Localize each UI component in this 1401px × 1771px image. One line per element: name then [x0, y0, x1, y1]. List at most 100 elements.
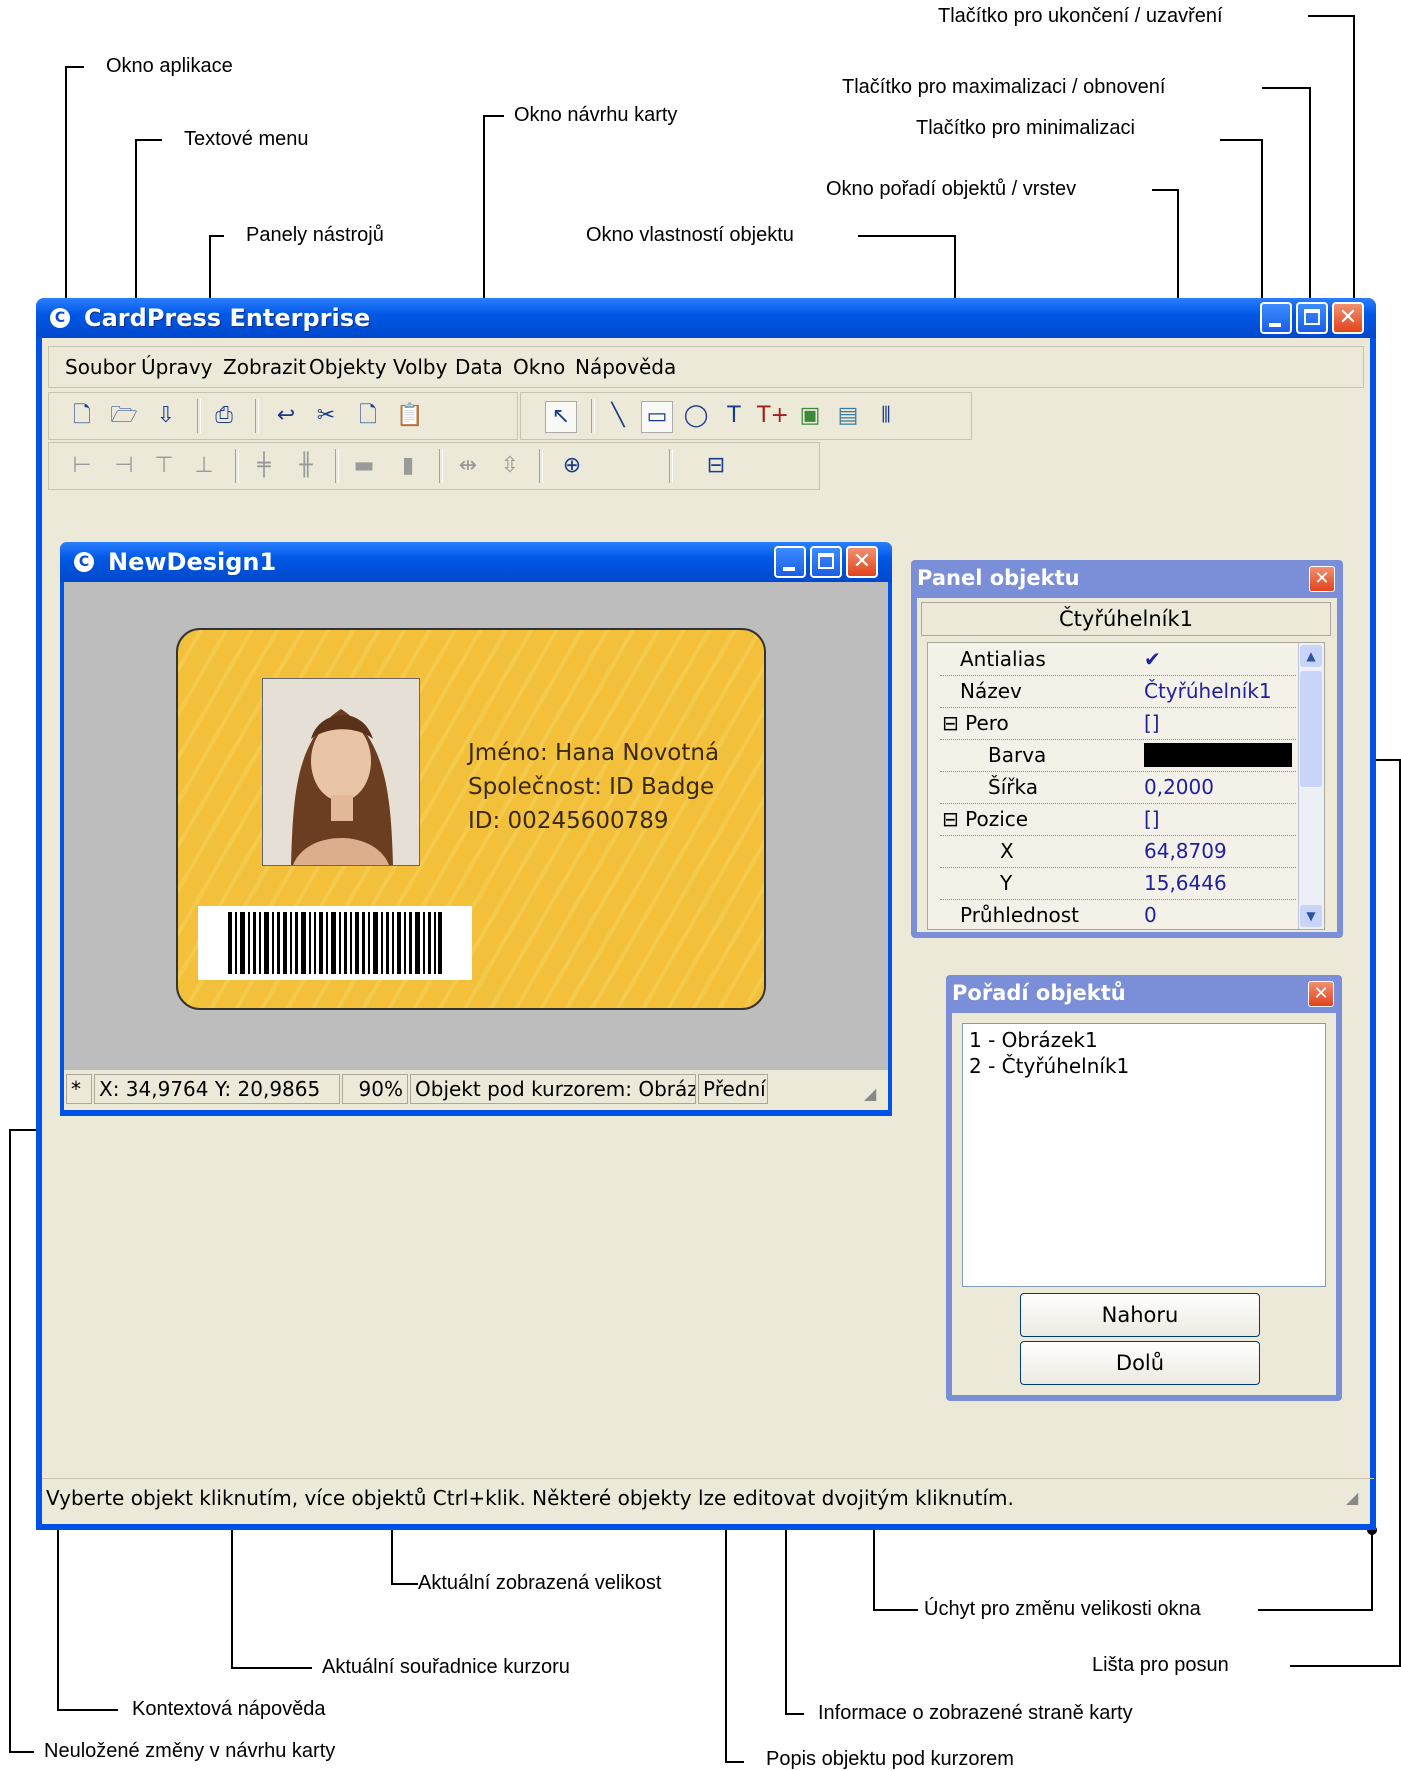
toolbar-drawing: ↖ ╲ ▭ ◯ T T+ ▣ ▤ ⦀	[520, 392, 972, 440]
move-up-button[interactable]: Nahoru	[1020, 1293, 1260, 1337]
space-horizontal-icon[interactable]: ⇹	[453, 451, 483, 481]
object-under-cursor: Objekt pod kurzorem: Obrázek1	[410, 1074, 696, 1104]
menu-file[interactable]: Soubor	[65, 355, 136, 379]
property-row[interactable]: ⊟ Pero []	[940, 707, 1296, 740]
menu-help[interactable]: Nápověda	[575, 355, 676, 379]
card-barcode[interactable]	[198, 906, 472, 980]
barcode-icon[interactable]: ⦀	[871, 401, 901, 431]
scroll-thumb[interactable]	[1300, 671, 1322, 787]
object-panel-close-button[interactable]: ✕	[1309, 566, 1335, 592]
toolbar-separator	[335, 449, 339, 483]
align-left-icon[interactable]: ⊢	[67, 451, 97, 481]
object-order-title: Pořadí objektů	[952, 981, 1126, 1005]
menu-edit[interactable]: Úpravy	[141, 355, 212, 379]
callout-object-order-window: Okno pořadí objektů / vrstev	[826, 178, 1077, 200]
move-down-button[interactable]: Dolů	[1020, 1341, 1260, 1385]
center-vertical-icon[interactable]: ╫	[291, 451, 321, 481]
property-row[interactable]: Průhlednost 0	[940, 899, 1296, 929]
space-vertical-icon[interactable]: ⇳	[495, 451, 525, 481]
minimize-button[interactable]	[1260, 302, 1292, 334]
callout-current-zoom: Aktuální zobrazená velikost	[418, 1572, 662, 1594]
undo-icon[interactable]: ↩	[271, 401, 301, 431]
unsaved-indicator: *	[66, 1074, 92, 1104]
ellipse-icon[interactable]: ◯	[681, 401, 711, 431]
cut-icon[interactable]: ✂	[311, 401, 341, 431]
object-order-close-button[interactable]: ✕	[1308, 981, 1334, 1007]
text-field-icon[interactable]: T+	[757, 401, 789, 431]
close-button[interactable]: ✕	[1332, 302, 1364, 334]
image-icon[interactable]: ▣	[795, 401, 825, 431]
card-photo[interactable]	[262, 678, 420, 866]
property-row[interactable]: X 64,8709	[940, 835, 1296, 868]
scroll-down-icon[interactable]: ▼	[1300, 905, 1322, 927]
app-resize-grip-icon[interactable]: ◢	[1346, 1479, 1358, 1517]
menu-objects[interactable]: Objekty	[309, 355, 387, 379]
photo-icon[interactable]: ▤	[833, 401, 863, 431]
menu-options[interactable]: Volby	[393, 355, 447, 379]
line-icon[interactable]: ╲	[603, 401, 633, 431]
rectangle-icon[interactable]: ▭	[641, 401, 673, 433]
callout-close-button: Tlačítko pro ukončení / uzavření	[938, 5, 1223, 27]
property-value[interactable]: Čtyřúhelník1	[1144, 679, 1272, 703]
object-panel: Panel objektu ✕ Čtyřúhelník1 Antialias ✔…	[911, 560, 1343, 938]
close-icon: ✕	[1338, 305, 1358, 330]
align-right-icon[interactable]: ⊣	[109, 451, 139, 481]
design-minimize-button[interactable]	[774, 546, 806, 578]
property-value[interactable]: []	[1144, 711, 1160, 735]
pen-color-swatch[interactable]	[1144, 743, 1292, 767]
property-value[interactable]: 64,8709	[1144, 839, 1227, 863]
app-title-bar[interactable]: C CardPress Enterprise ✕	[36, 298, 1376, 338]
property-value[interactable]: 15,6446	[1144, 871, 1227, 895]
property-value[interactable]: 0,2000	[1144, 775, 1214, 799]
property-row[interactable]: Antialias ✔	[940, 643, 1296, 676]
property-name: Šířka	[988, 775, 1038, 799]
list-item[interactable]: 1 - Obrázek1	[969, 1028, 1098, 1052]
text-icon[interactable]: T	[719, 401, 749, 431]
callout-text-menu: Textové menu	[184, 128, 309, 150]
property-row[interactable]: Název Čtyřúhelník1	[940, 675, 1296, 708]
center-horizontal-icon[interactable]: ╪	[249, 451, 279, 481]
callout-unsaved-changes: Neuložené změny v návrhu karty	[44, 1740, 336, 1762]
object-order-list[interactable]: 1 - Obrázek1 2 - Čtyřúhelník1	[962, 1023, 1326, 1287]
property-value[interactable]: []	[1144, 807, 1160, 831]
copy-icon[interactable]: 🗋	[353, 401, 383, 431]
design-window-title: NewDesign1	[108, 548, 277, 576]
open-file-icon[interactable]: 🗁	[109, 401, 139, 431]
property-name: Antialias	[960, 647, 1046, 671]
design-window-title-bar[interactable]: C NewDesign1 ✕	[60, 542, 892, 582]
property-scrollbar[interactable]: ▲ ▼	[1298, 643, 1324, 929]
cursor-coordinates: X: 34,9764 Y: 20,9865	[94, 1074, 340, 1104]
design-close-button[interactable]: ✕	[846, 546, 878, 578]
design-resize-grip-icon[interactable]: ◢	[864, 1084, 876, 1103]
new-file-icon[interactable]: 🗋	[67, 401, 97, 431]
menu-view[interactable]: Zobrazit	[223, 355, 306, 379]
align-bottom-icon[interactable]: ⊥	[189, 451, 219, 481]
property-row[interactable]: Y 15,6446	[940, 867, 1296, 900]
print-icon[interactable]: ⎙	[209, 401, 239, 431]
center-on-card-icon[interactable]: ⊕	[557, 451, 587, 481]
app-status-bar: Vyberte objekt kliknutím, více objektů C…	[42, 1478, 1374, 1519]
property-row[interactable]: Barva	[940, 739, 1296, 772]
maximize-button[interactable]	[1296, 302, 1328, 334]
paste-icon[interactable]: 📋	[395, 401, 425, 431]
menu-data[interactable]: Data	[455, 355, 503, 379]
pointer-icon[interactable]: ↖	[545, 401, 577, 433]
property-row[interactable]: ⊟ Pozice []	[940, 803, 1296, 836]
property-value[interactable]: ✔	[1144, 647, 1161, 671]
app-logo-icon: C	[50, 308, 70, 328]
property-row[interactable]: Šířka 0,2000	[940, 771, 1296, 804]
scroll-up-icon[interactable]: ▲	[1300, 645, 1322, 667]
same-height-icon[interactable]: ▮	[393, 451, 423, 481]
design-canvas[interactable]: Jméno: Hana Novotná Společnost: ID Badge…	[64, 582, 888, 1070]
import-icon[interactable]: ⇩	[151, 401, 181, 431]
property-value[interactable]: 0	[1144, 903, 1157, 927]
same-width-icon[interactable]: ▬	[349, 451, 379, 481]
card-side-icon[interactable]: ⊟	[701, 451, 731, 481]
app-title: CardPress Enterprise	[84, 304, 371, 332]
menu-window[interactable]: Okno	[513, 355, 565, 379]
align-top-icon[interactable]: ⊤	[149, 451, 179, 481]
list-item[interactable]: 2 - Čtyřúhelník1	[969, 1054, 1129, 1078]
callout-card-side-info: Informace o zobrazené straně karty	[818, 1702, 1133, 1724]
id-card[interactable]: Jméno: Hana Novotná Společnost: ID Badge…	[176, 628, 766, 1010]
design-maximize-button[interactable]	[810, 546, 842, 578]
